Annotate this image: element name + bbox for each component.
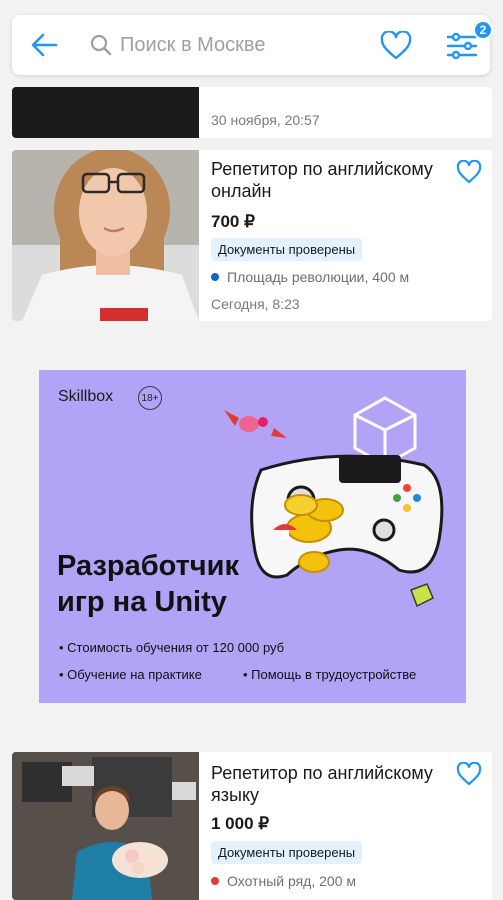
listing-location: Охотный ряд, 200 м bbox=[211, 873, 356, 889]
listing-date: Сегодня, 8:23 bbox=[211, 296, 300, 312]
ad-bullet: • Обучение на практике bbox=[59, 667, 202, 682]
verified-badge: Документы проверены bbox=[211, 238, 363, 261]
listing-photo[interactable] bbox=[12, 150, 199, 321]
favorites-heart-icon[interactable] bbox=[380, 31, 412, 61]
listing-photo[interactable] bbox=[12, 752, 199, 900]
skillbox-ad-banner[interactable]: Skillbox 18+ Разработчик игр на Unity • … bbox=[39, 370, 466, 703]
tutor-portrait-photo bbox=[12, 752, 199, 900]
listing-location-text: Охотный ряд, 200 м bbox=[227, 873, 357, 889]
search-icon bbox=[90, 34, 112, 56]
listing-location: Площадь революции, 400 м bbox=[211, 269, 409, 285]
search-input[interactable] bbox=[120, 29, 320, 61]
verified-badge: Документы проверены bbox=[211, 841, 363, 864]
tutor-portrait-photo bbox=[12, 150, 199, 321]
ad-bullet: • Помощь в трудоустройстве bbox=[243, 667, 417, 682]
metro-line-dot bbox=[211, 273, 219, 281]
favorite-heart-icon[interactable] bbox=[456, 762, 482, 786]
listing-card[interactable]: Репетитор по английскому языку 1 000 ₽ Д… bbox=[12, 752, 492, 900]
listing-date: 30 ноября, 20:57 bbox=[211, 112, 320, 128]
listing-price: 1 000 ₽ bbox=[211, 814, 270, 833]
listing-title[interactable]: Репетитор по английскому онлайн bbox=[211, 158, 451, 202]
search-bar: 2 bbox=[12, 15, 493, 75]
ad-headline: Разработчик игр на Unity bbox=[57, 548, 357, 620]
ad-headline-line-1: Разработчик bbox=[57, 550, 239, 582]
ad-headline-line-2: игр на Unity bbox=[57, 586, 227, 618]
listing-card[interactable]: Репетитор по английскому онлайн 700 ₽ До… bbox=[12, 150, 492, 321]
ad-bullet: • Стоимость обучения от 120 000 руб bbox=[59, 640, 285, 655]
listing-price: 700 ₽ bbox=[211, 212, 255, 231]
listing-location-text: Площадь революции, 400 м bbox=[227, 269, 410, 285]
back-arrow-icon[interactable] bbox=[30, 32, 58, 58]
listing-photo[interactable] bbox=[12, 87, 199, 138]
listing-card[interactable]: 30 ноября, 20:57 bbox=[12, 87, 492, 138]
listing-title[interactable]: Репетитор по английскому языку bbox=[211, 762, 451, 806]
favorite-heart-icon[interactable] bbox=[456, 160, 482, 184]
metro-line-dot bbox=[211, 877, 219, 885]
filter-count-badge: 2 bbox=[473, 20, 493, 40]
